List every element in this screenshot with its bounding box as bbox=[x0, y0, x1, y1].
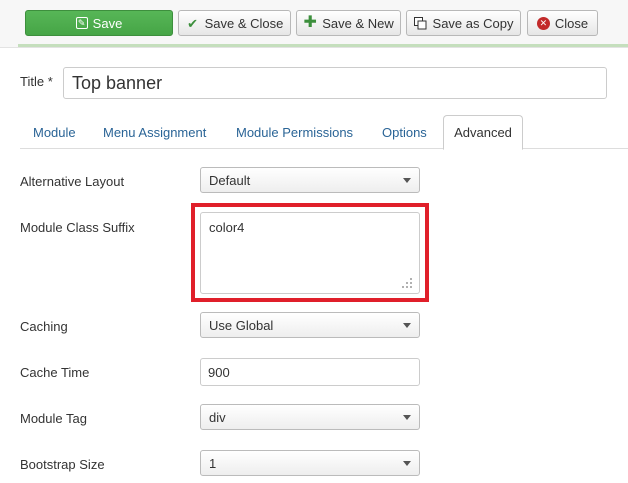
chevron-down-icon bbox=[403, 323, 411, 328]
cache-time-input[interactable] bbox=[200, 358, 420, 386]
chevron-down-icon bbox=[403, 415, 411, 420]
module-tag-value: div bbox=[209, 409, 226, 425]
chevron-down-icon bbox=[403, 461, 411, 466]
title-input[interactable] bbox=[63, 67, 607, 99]
save-button[interactable]: ✎ Save bbox=[25, 10, 173, 36]
tab-module[interactable]: Module bbox=[33, 115, 76, 149]
alternative-layout-label: Alternative Layout bbox=[20, 174, 125, 189]
toolbar: ✎ Save ✔ Save & Close ✚ Save & New Save … bbox=[0, 0, 628, 48]
module-class-suffix-label: Module Class Suffix bbox=[20, 220, 135, 235]
chevron-down-icon bbox=[403, 178, 411, 183]
title-label: Title * bbox=[20, 74, 53, 89]
copy-icon bbox=[414, 16, 428, 30]
save-new-button-label: Save & New bbox=[322, 15, 394, 31]
close-button-label: Close bbox=[554, 15, 589, 31]
caching-label: Caching bbox=[20, 319, 68, 334]
alternative-layout-value: Default bbox=[209, 172, 251, 188]
caching-select[interactable]: Use Global bbox=[200, 312, 420, 338]
save-as-copy-button[interactable]: Save as Copy bbox=[406, 10, 521, 36]
module-class-suffix-textarea[interactable]: color4 bbox=[200, 212, 420, 294]
tab-module-permissions[interactable]: Module Permissions bbox=[236, 115, 353, 149]
module-tag-label: Module Tag bbox=[20, 411, 87, 426]
edit-icon: ✎ bbox=[75, 17, 88, 29]
close-button[interactable]: ✕ Close bbox=[527, 10, 598, 36]
plus-icon: ✚ bbox=[303, 14, 317, 31]
save-as-copy-button-label: Save as Copy bbox=[432, 15, 514, 31]
save-button-label: Save bbox=[92, 15, 123, 31]
bootstrap-size-value: 1 bbox=[209, 455, 217, 471]
bootstrap-size-label: Bootstrap Size bbox=[20, 457, 105, 472]
tab-menu-assignment[interactable]: Menu Assignment bbox=[103, 115, 206, 149]
cancel-icon: ✕ bbox=[536, 16, 550, 30]
resize-handle-icon[interactable] bbox=[401, 277, 413, 289]
save-close-button[interactable]: ✔ Save & Close bbox=[178, 10, 291, 36]
toolbar-divider bbox=[18, 44, 628, 47]
tab-options[interactable]: Options bbox=[382, 115, 427, 149]
tab-advanced[interactable]: Advanced bbox=[443, 115, 523, 150]
bootstrap-size-select[interactable]: 1 bbox=[200, 450, 420, 476]
tab-bar: Module Menu Assignment Module Permission… bbox=[20, 115, 628, 150]
check-icon: ✔ bbox=[187, 15, 199, 31]
save-new-button[interactable]: ✚ Save & New bbox=[296, 10, 401, 36]
save-close-button-label: Save & Close bbox=[204, 15, 284, 31]
caching-value: Use Global bbox=[209, 317, 274, 333]
alternative-layout-select[interactable]: Default bbox=[200, 167, 420, 193]
cache-time-label: Cache Time bbox=[20, 365, 90, 380]
module-tag-select[interactable]: div bbox=[200, 404, 420, 430]
